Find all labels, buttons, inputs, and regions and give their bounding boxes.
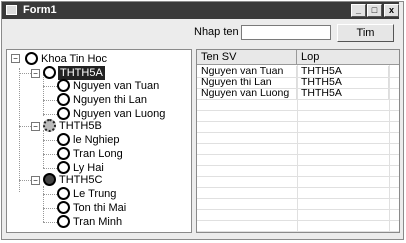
tree-line xyxy=(43,222,57,223)
tree-node-label: Nguyen van Tuan xyxy=(73,80,160,92)
expander-class-b[interactable]: − xyxy=(31,122,40,131)
expander-root[interactable]: − xyxy=(11,54,20,63)
flower-icon xyxy=(43,119,56,132)
title-bar[interactable]: Form1 _ □ x xyxy=(2,2,399,19)
grid-row-line xyxy=(197,165,399,166)
tree-node-label: Ton thi Mai xyxy=(73,202,127,214)
grid-row-line xyxy=(197,143,399,144)
grid-row-line xyxy=(197,88,399,89)
grid-column-line xyxy=(389,65,390,232)
app-icon xyxy=(6,5,17,15)
circle-icon xyxy=(57,147,70,160)
globe-icon xyxy=(43,173,56,186)
circle-icon xyxy=(43,66,56,79)
search-input[interactable] xyxy=(241,25,331,40)
grid-row-line xyxy=(197,176,399,177)
column-header-lop[interactable]: Lop xyxy=(297,50,399,65)
tree-node-label: THTH5B xyxy=(59,120,102,132)
tree-node-label: THTH5A xyxy=(58,66,105,80)
grid-row-line xyxy=(197,154,399,155)
grid-row-line xyxy=(197,231,399,232)
tree-node-label: Tran Minh xyxy=(73,216,123,228)
circle-icon xyxy=(57,187,70,200)
grid-row-line xyxy=(197,132,399,133)
tree-line xyxy=(43,194,57,195)
grid-row-line xyxy=(197,187,399,188)
tree-line xyxy=(43,168,57,169)
tree-line xyxy=(43,114,57,115)
search-label: Nhap ten xyxy=(194,26,239,38)
grid-row-line xyxy=(197,121,399,122)
tree-node-label: Tran Long xyxy=(73,148,123,160)
expander-class-c[interactable]: − xyxy=(31,176,40,185)
grid-row-line xyxy=(197,77,399,78)
tree-line xyxy=(43,100,57,101)
tree-line xyxy=(43,74,44,116)
circle-icon xyxy=(25,52,38,65)
grid-row-line xyxy=(197,99,399,100)
tree-line xyxy=(43,86,57,87)
tree-node-label: Khoa Tin Hoc xyxy=(41,53,108,65)
grid-row-line xyxy=(197,198,399,199)
tree-line xyxy=(43,140,57,141)
tree-line xyxy=(43,130,44,168)
class-tree[interactable]: − Khoa Tin Hoc − THTH5A Nguyen van Tuan … xyxy=(6,49,192,233)
tree-line xyxy=(19,68,20,192)
circle-icon xyxy=(57,79,70,92)
circle-icon xyxy=(57,201,70,214)
minimize-button[interactable]: _ xyxy=(351,4,366,17)
circle-icon xyxy=(57,133,70,146)
tree-node-label: Le Trung xyxy=(73,188,117,200)
tree-line xyxy=(43,208,57,209)
expander-class-a[interactable]: − xyxy=(31,69,40,78)
circle-icon xyxy=(57,93,70,106)
circle-icon xyxy=(57,215,70,228)
column-header-ten-sv[interactable]: Ten SV xyxy=(197,50,297,65)
maximize-button[interactable]: □ xyxy=(367,4,382,17)
grid-row-line xyxy=(197,209,399,210)
tree-node-label: le Nghiep xyxy=(73,134,120,146)
tree-line xyxy=(43,186,44,222)
close-button[interactable]: x xyxy=(384,4,399,17)
search-button[interactable]: Tim xyxy=(337,24,394,42)
grid-row-line xyxy=(197,220,399,221)
tree-node-label: Nguyen thi Lan xyxy=(73,94,147,106)
tree-line xyxy=(43,154,57,155)
table-cell[interactable]: Nguyen van Luong xyxy=(197,88,297,99)
grid-row-line xyxy=(197,110,399,111)
tree-node-label: THTH5C xyxy=(59,174,103,186)
table-cell[interactable]: THTH5A xyxy=(297,88,389,99)
window-title: Form1 xyxy=(23,4,57,16)
student-grid[interactable]: Ten SV Lop Nguyen van Tuan THTH5A Nguyen… xyxy=(196,49,400,233)
